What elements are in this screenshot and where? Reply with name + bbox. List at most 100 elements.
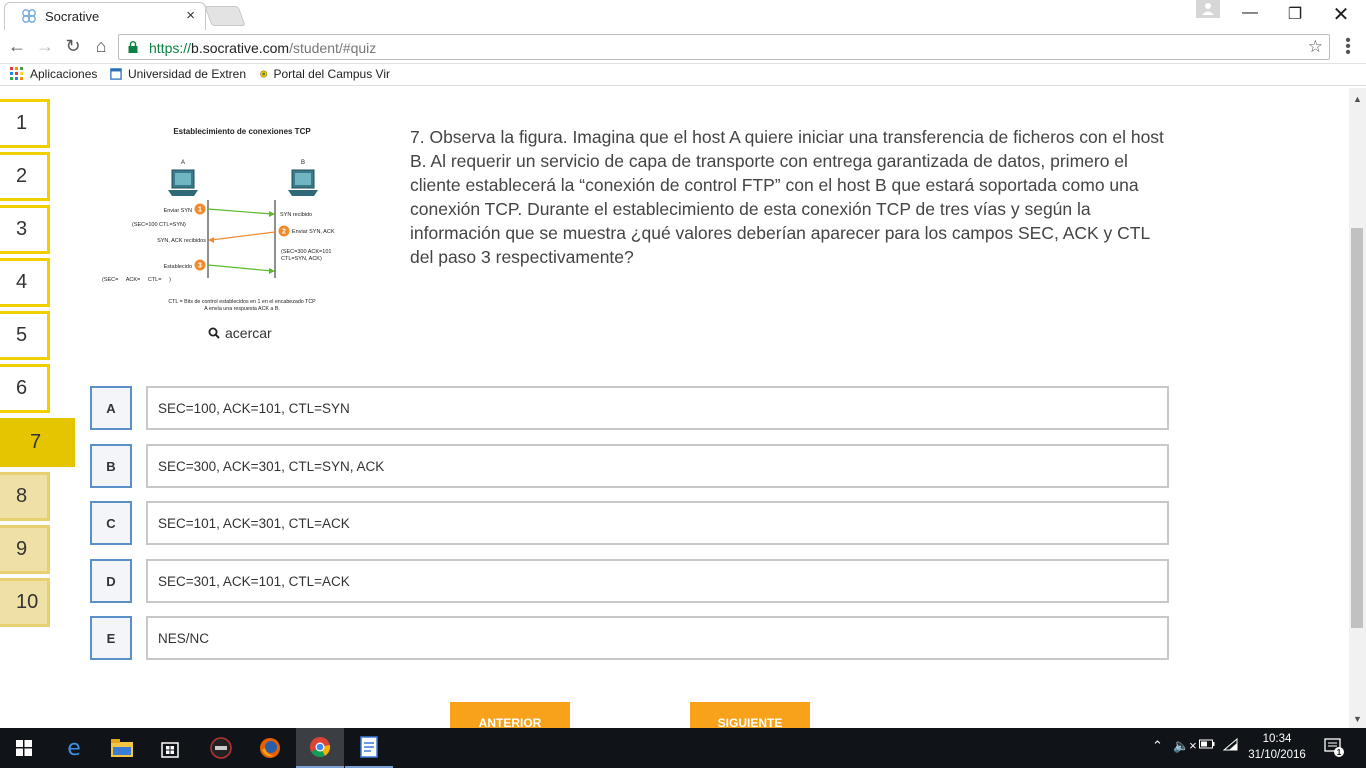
next-button[interactable]: SIGUIENTE: [690, 702, 810, 730]
synack-received: SYN, ACK recibidos: [157, 238, 206, 244]
question-nav-item-4[interactable]: 4: [0, 258, 50, 307]
question-number: 6: [16, 377, 28, 399]
globe-icon: [260, 70, 268, 78]
answer-letter[interactable]: C: [90, 501, 132, 545]
tcp-handshake-figure[interactable]: Establecimiento de conexiones TCP A B En…: [100, 120, 360, 320]
apps-grid-icon: [10, 67, 23, 80]
tab-title: Socrative: [45, 9, 100, 24]
step-number: 3: [198, 263, 202, 270]
answer-text[interactable]: SEC=101, ACK=301, CTL=ACK: [146, 501, 1169, 545]
question-number: 3: [16, 218, 28, 240]
browser-tab[interactable]: Socrative ×: [4, 2, 206, 30]
answer-text[interactable]: SEC=100, ACK=101, CTL=SYN: [146, 386, 1169, 430]
volume-muted-icon[interactable]: 🔈×: [1173, 738, 1197, 754]
answer-option-d[interactable]: D SEC=301, ACK=101, CTL=ACK: [90, 559, 1170, 603]
address-bar[interactable]: https://b.socrative.com/student/#quiz ☆: [118, 34, 1330, 60]
profile-icon[interactable]: [1196, 0, 1220, 18]
page-scrollbar[interactable]: ▲ ▼: [1349, 88, 1366, 728]
restore-button[interactable]: ❐: [1280, 4, 1310, 24]
browser-tabbar: Socrative × — ❐ ✕: [0, 0, 1366, 30]
figure-footnote-1: CTL = Bits de control establecidos en 1 …: [168, 299, 316, 305]
question-nav-item-7[interactable]: 7: [0, 418, 75, 467]
question-nav-item-10[interactable]: 10: [0, 578, 50, 627]
clock-date: 31/10/2016: [1248, 749, 1306, 761]
question-nav-item-9[interactable]: 9: [0, 525, 50, 574]
bookmark-label: Aplicaciones: [30, 67, 98, 81]
windows-logo-icon: [16, 740, 32, 756]
reload-icon[interactable]: ↻: [62, 36, 84, 57]
question-nav-item-8[interactable]: 8: [0, 472, 50, 521]
step2-fields-2: CTL=SYN, ACK): [281, 256, 322, 262]
question-nav-item-5[interactable]: 5: [0, 311, 50, 360]
bookmarks-bar: Aplicaciones Universidad de Extren Porta…: [0, 64, 1366, 86]
question-number: 9: [16, 538, 28, 560]
action-center-icon[interactable]: 1: [1324, 737, 1344, 760]
firefox-icon[interactable]: [246, 728, 294, 768]
host-a-label: A: [181, 160, 185, 166]
start-button[interactable]: [0, 728, 48, 768]
answer-option-e[interactable]: E NES/NC: [90, 616, 1170, 660]
home-icon[interactable]: ⌂: [90, 36, 112, 57]
clock-time: 10:34: [1262, 733, 1292, 745]
socrative-favicon-icon: [22, 9, 36, 23]
scroll-up-arrow-icon[interactable]: ▲: [1353, 94, 1362, 104]
edge-icon[interactable]: e: [50, 728, 98, 768]
battery-icon[interactable]: [1199, 738, 1215, 753]
answer-letter[interactable]: A: [90, 386, 132, 430]
notes-app-icon[interactable]: [345, 728, 393, 768]
step-number: 2: [282, 229, 286, 236]
answer-option-c[interactable]: C SEC=101, ACK=301, CTL=ACK: [90, 501, 1170, 545]
store-icon[interactable]: [146, 728, 194, 768]
search-icon: [208, 327, 220, 339]
step2-label: Enviar SYN, ACK: [292, 229, 335, 235]
bookmark-portal-campus[interactable]: Portal del Campus Vir: [260, 67, 390, 81]
back-arrow-icon[interactable]: ←: [6, 36, 28, 57]
figure-title: Establecimiento de conexiones TCP: [173, 127, 311, 136]
question-number: 8: [16, 485, 28, 507]
answer-letter[interactable]: B: [90, 444, 132, 488]
question-nav-item-1[interactable]: 1: [0, 99, 50, 148]
page-icon: [110, 68, 122, 80]
answer-letter[interactable]: D: [90, 559, 132, 603]
new-tab-button[interactable]: [204, 6, 246, 26]
lock-icon: [128, 41, 138, 53]
bookmark-aplicaciones[interactable]: Aplicaciones: [10, 67, 97, 81]
scroll-thumb[interactable]: [1351, 228, 1363, 628]
question-nav-item-2[interactable]: 2: [0, 152, 50, 201]
scroll-down-arrow-icon[interactable]: ▼: [1353, 714, 1362, 724]
question-nav-item-3[interactable]: 3: [0, 205, 50, 254]
question-number: 2: [16, 165, 28, 187]
step3-label: Establecido: [164, 264, 192, 270]
answer-option-a[interactable]: A SEC=100, ACK=101, CTL=SYN: [90, 386, 1170, 430]
bookmark-star-icon[interactable]: ☆: [1308, 37, 1323, 57]
asus-app-icon[interactable]: [197, 728, 245, 768]
answer-text[interactable]: SEC=301, ACK=101, CTL=ACK: [146, 559, 1169, 603]
question-text: 7. Observa la figura. Imagina que el hos…: [410, 127, 1164, 267]
forward-arrow-icon[interactable]: →: [34, 36, 56, 57]
menu-dots-icon[interactable]: • • •: [1340, 33, 1356, 61]
wifi-icon[interactable]: [1222, 737, 1239, 755]
question-number: 10: [16, 591, 39, 613]
answer-option-b[interactable]: B SEC=300, ACK=301, CTL=SYN, ACK: [90, 444, 1170, 488]
show-hidden-icons-chevron-icon[interactable]: ⌃: [1152, 738, 1163, 754]
zoom-link[interactable]: acercar: [208, 325, 272, 341]
zoom-label: acercar: [225, 325, 272, 341]
question-nav-item-6[interactable]: 6: [0, 364, 50, 413]
bookmark-universidad[interactable]: Universidad de Extren: [110, 67, 246, 81]
step1-label: Enviar SYN: [164, 208, 192, 214]
file-explorer-icon[interactable]: [98, 728, 146, 768]
tab-close-icon[interactable]: ×: [186, 7, 195, 24]
computer-b-icon: [288, 169, 318, 196]
answer-letter[interactable]: E: [90, 616, 132, 660]
answer-text[interactable]: SEC=300, ACK=301, CTL=SYN, ACK: [146, 444, 1169, 488]
minimize-button[interactable]: —: [1235, 4, 1265, 22]
close-window-button[interactable]: ✕: [1326, 2, 1356, 27]
question-number: 4: [16, 271, 28, 293]
chrome-taskbar-icon[interactable]: [296, 728, 344, 768]
step3-fields: (SEC= ACK= CTL= ): [102, 277, 171, 283]
notification-count: 1: [1337, 748, 1342, 757]
previous-button[interactable]: ANTERIOR: [450, 702, 570, 730]
answer-text[interactable]: NES/NC: [146, 616, 1169, 660]
system-clock[interactable]: 10:34 31/10/2016: [1244, 731, 1310, 763]
host-b-label: B: [301, 160, 305, 166]
